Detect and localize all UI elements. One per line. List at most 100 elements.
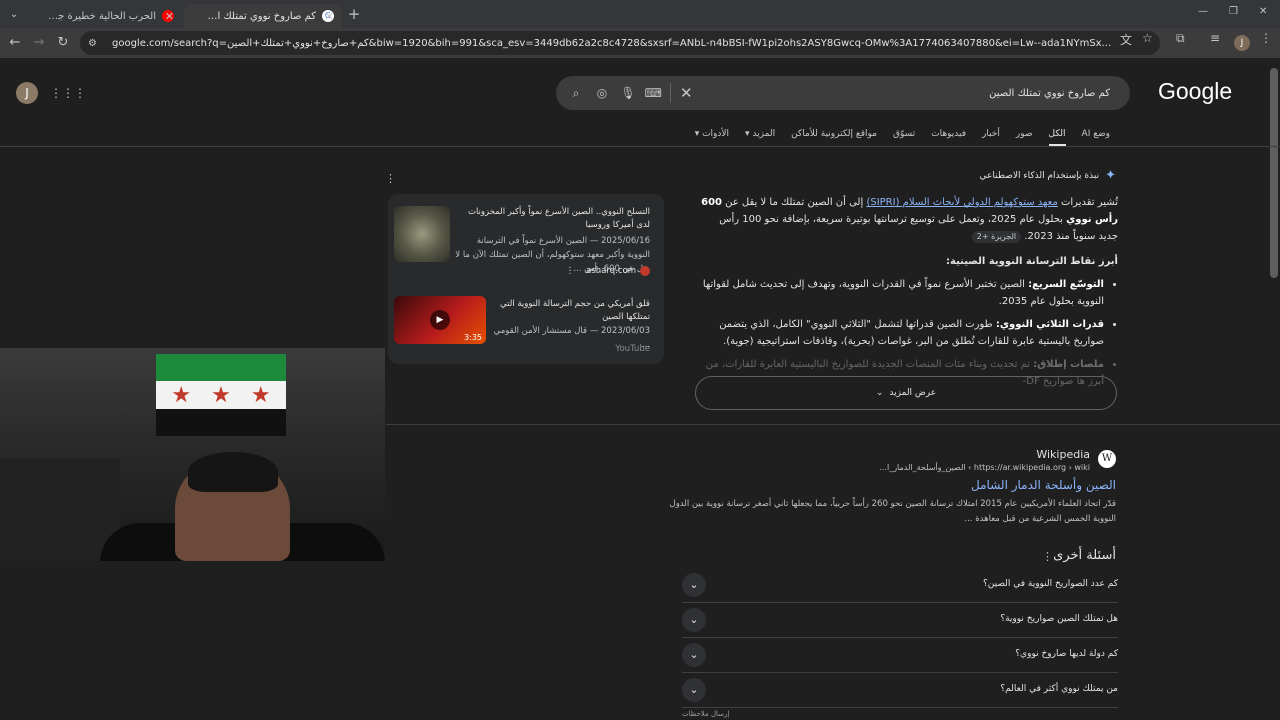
close-window-icon[interactable]: ✕ [1259, 6, 1267, 17]
tab-title: الحرب الحالية خطيرة جداً والذكاء ال [48, 10, 156, 22]
browser-profile-avatar[interactable]: J [1234, 35, 1250, 51]
tab-news[interactable]: أخبار [974, 126, 1008, 146]
tab-more[interactable]: المزيد ▾ [737, 126, 783, 146]
tab-youtube[interactable]: الحرب الحالية خطيرة جداً والذكاء ال ✕ [26, 4, 182, 28]
video-thumbnail: ▶ 3:35 [394, 296, 486, 344]
tab-places[interactable]: مواقع إلكترونية للأماكن [783, 126, 885, 146]
chevron-down-icon[interactable]: ⌄ [682, 573, 706, 597]
question-text: من يمتلك نووي أكثر في العالم؟ [1000, 684, 1118, 694]
list-item: قدرات الثلاثي النووي: طورت الصين قدراتها… [698, 316, 1104, 350]
video-duration: 3:35 [464, 333, 482, 342]
ai-overview-paragraph: تُشير تقديرات معهد ستوكهولم الدولي لأبحا… [698, 194, 1118, 245]
tab-strip: ⌄ الحرب الحالية خطيرة جداً والذكاء ال ✕ … [0, 0, 1280, 28]
result-title-link[interactable]: الصين وأسلحة الدمار الشامل [971, 478, 1116, 492]
text: إلى أن الصين تمتلك ما لا يقل عن [721, 197, 867, 208]
forward-button[interactable]: → [30, 34, 48, 52]
show-more-button[interactable]: عرض المزيد ⌄ [695, 376, 1117, 410]
wikipedia-icon: W [1098, 450, 1116, 468]
list-item: التوسّع السريع: الصين تختبر الأسرع نمواً… [698, 276, 1104, 310]
tab-shopping[interactable]: تسوّق [885, 126, 923, 146]
tab-google[interactable]: G كم صاروخ نووي تمتلك الصين - بـ ✕ [184, 4, 342, 28]
extensions-icon[interactable]: ⧉ [1176, 31, 1185, 46]
paa-question[interactable]: كم عدد الصواريخ النووية في الصين؟ ⌄ [682, 568, 1118, 603]
ai-overview-heading: أبرز نقاط الترسانة النووية الصينية: [946, 256, 1118, 267]
scrollbar[interactable] [1270, 68, 1278, 278]
feedback-link[interactable]: إرسال ملاحظات [682, 710, 729, 718]
divider [670, 83, 671, 103]
back-button[interactable]: ← [6, 34, 24, 52]
media-icon[interactable]: ≡ [1210, 31, 1220, 45]
tab-tools[interactable]: الأدوات ▾ [687, 126, 737, 146]
more-options-icon[interactable]: ⋮ [385, 172, 396, 185]
keyboard-icon[interactable]: ⌨ [645, 85, 662, 101]
profile-avatar[interactable]: J [16, 82, 38, 104]
ai-overview-body: تُشير تقديرات معهد ستوكهولم الدولي لأبحا… [698, 194, 1118, 396]
microphone-icon[interactable]: 🎙 [620, 85, 636, 101]
webcam-overlay: ★ ★ ★ [0, 348, 385, 561]
source-item[interactable]: ▶ 3:35 قلق أمريكي من حجم الترسالة النووي… [394, 294, 658, 360]
bullet-title: التوسّع السريع: [1028, 279, 1104, 290]
bullet-title: قدرات الثلاثي النووي: [995, 319, 1104, 330]
paa-question[interactable]: كم دولة لديها صاروخ نووي؟ ⌄ [682, 638, 1118, 673]
paa-question[interactable]: هل تمتلك الصين صواريخ نووية؟ ⌄ [682, 603, 1118, 638]
menu-icon[interactable]: ⋮ [1260, 31, 1272, 45]
url-text: google.com/search?q=كم+صاروخ+نووي+تمتلك+… [112, 37, 1112, 49]
question-text: هل تمتلك الصين صواريخ نووية؟ [1000, 614, 1118, 624]
tab-search-icon[interactable]: ⌄ [4, 4, 24, 24]
chevron-down-icon: ⌄ [875, 388, 884, 398]
question-text: كم دولة لديها صاروخ نووي؟ [1015, 649, 1118, 659]
tab-all[interactable]: الكل [1041, 126, 1074, 146]
google-logo[interactable]: Google [1158, 78, 1232, 105]
text: بحلول عام 2025، وتعمل على توسيع ترسانتها… [719, 214, 1118, 242]
reload-button[interactable]: ↻ [54, 34, 72, 52]
new-tab-button[interactable]: + [346, 6, 362, 22]
tab-images[interactable]: صور [1008, 126, 1041, 146]
source-item[interactable]: التسلح النووي.. الصين الأسرع نمواً وأكبر… [394, 202, 658, 282]
source-domain: YouTube [615, 344, 650, 354]
asharq-icon [640, 266, 650, 276]
bullet-title: ملصات إطلاق: [1033, 359, 1104, 370]
lens-icon[interactable]: ◎ [594, 85, 610, 101]
search-page: J ⋮⋮⋮ Google كم صاروخ نووي تمتلك الصين ✕… [0, 58, 1280, 720]
result-url[interactable]: https://ar.wikipedia.org › wiki › الصين_… [879, 463, 1090, 472]
tab-title: كم صاروخ نووي تمتلك الصين - بـ [206, 10, 316, 22]
result-site-name[interactable]: Wikipedia [1036, 448, 1090, 461]
translate-icon[interactable]: 文 [1120, 31, 1132, 48]
result-snippet: قدّر اتحاد العلماء الأمريكيين عام 2015 ا… [669, 499, 1116, 524]
search-box[interactable]: كم صاروخ نووي تمتلك الصين ✕ ⌨ 🎙 ◎ ⌕ [556, 76, 1130, 110]
tab-videos[interactable]: فيديوهات [923, 126, 974, 146]
text: تُشير تقديرات [1057, 197, 1118, 208]
close-icon[interactable]: ✕ [165, 10, 174, 23]
section-divider [386, 424, 1280, 425]
show-more-label: عرض المزيد [889, 388, 937, 398]
sparkle-icon: ✦ [1105, 168, 1116, 183]
address-bar[interactable]: ⚙ google.com/search?q=كم+صاروخ+نووي+تمتل… [80, 31, 1160, 55]
sources-card: التسلح النووي.. الصين الأسرع نمواً وأكبر… [388, 194, 664, 364]
bookmark-star-icon[interactable]: ☆ [1142, 31, 1153, 45]
restore-icon[interactable]: ❐ [1229, 6, 1238, 17]
search-icon[interactable]: ⌕ [568, 85, 584, 101]
paa-question[interactable]: من يمتلك نووي أكثر في العالم؟ ⌄ [682, 673, 1118, 708]
clear-icon[interactable]: ✕ [680, 84, 693, 102]
person-hair [188, 452, 278, 492]
chevron-down-icon[interactable]: ⌄ [682, 678, 706, 702]
play-icon[interactable]: ▶ [430, 310, 450, 330]
ai-overview-title: نبذة بإستخدام الذكاء الاصطناعي [979, 170, 1100, 181]
source-chip[interactable]: الجزيرة +2 [971, 231, 1022, 243]
site-info-icon[interactable]: ⚙ [88, 38, 104, 49]
tab-ai-mode[interactable]: وضع AI [1074, 126, 1118, 146]
minimize-icon[interactable]: — [1198, 6, 1208, 17]
close-icon[interactable]: ✕ [325, 10, 334, 23]
domain-text: YouTube [615, 344, 650, 354]
apps-grid-icon[interactable]: ⋮⋮⋮ [50, 86, 86, 100]
source-domain: asharq.com ⋮ [566, 266, 650, 276]
sipri-link[interactable]: معهد ستوكهولم الدولي لأبحاث السلام (SIPR… [866, 197, 1057, 208]
source-thumbnail [394, 206, 450, 262]
tab-more-label: المزيد [752, 129, 776, 139]
more-options-icon[interactable]: ⋮ [566, 266, 575, 276]
ai-overview-header: ✦ نبذة بإستخدام الذكاء الاصطناعي [980, 168, 1116, 183]
chevron-down-icon[interactable]: ⌄ [682, 608, 706, 632]
people-also-ask-title: أسئلة أخرى [1053, 548, 1116, 563]
chevron-down-icon[interactable]: ⌄ [682, 643, 706, 667]
more-options-icon[interactable]: ⋮ [1042, 550, 1053, 563]
